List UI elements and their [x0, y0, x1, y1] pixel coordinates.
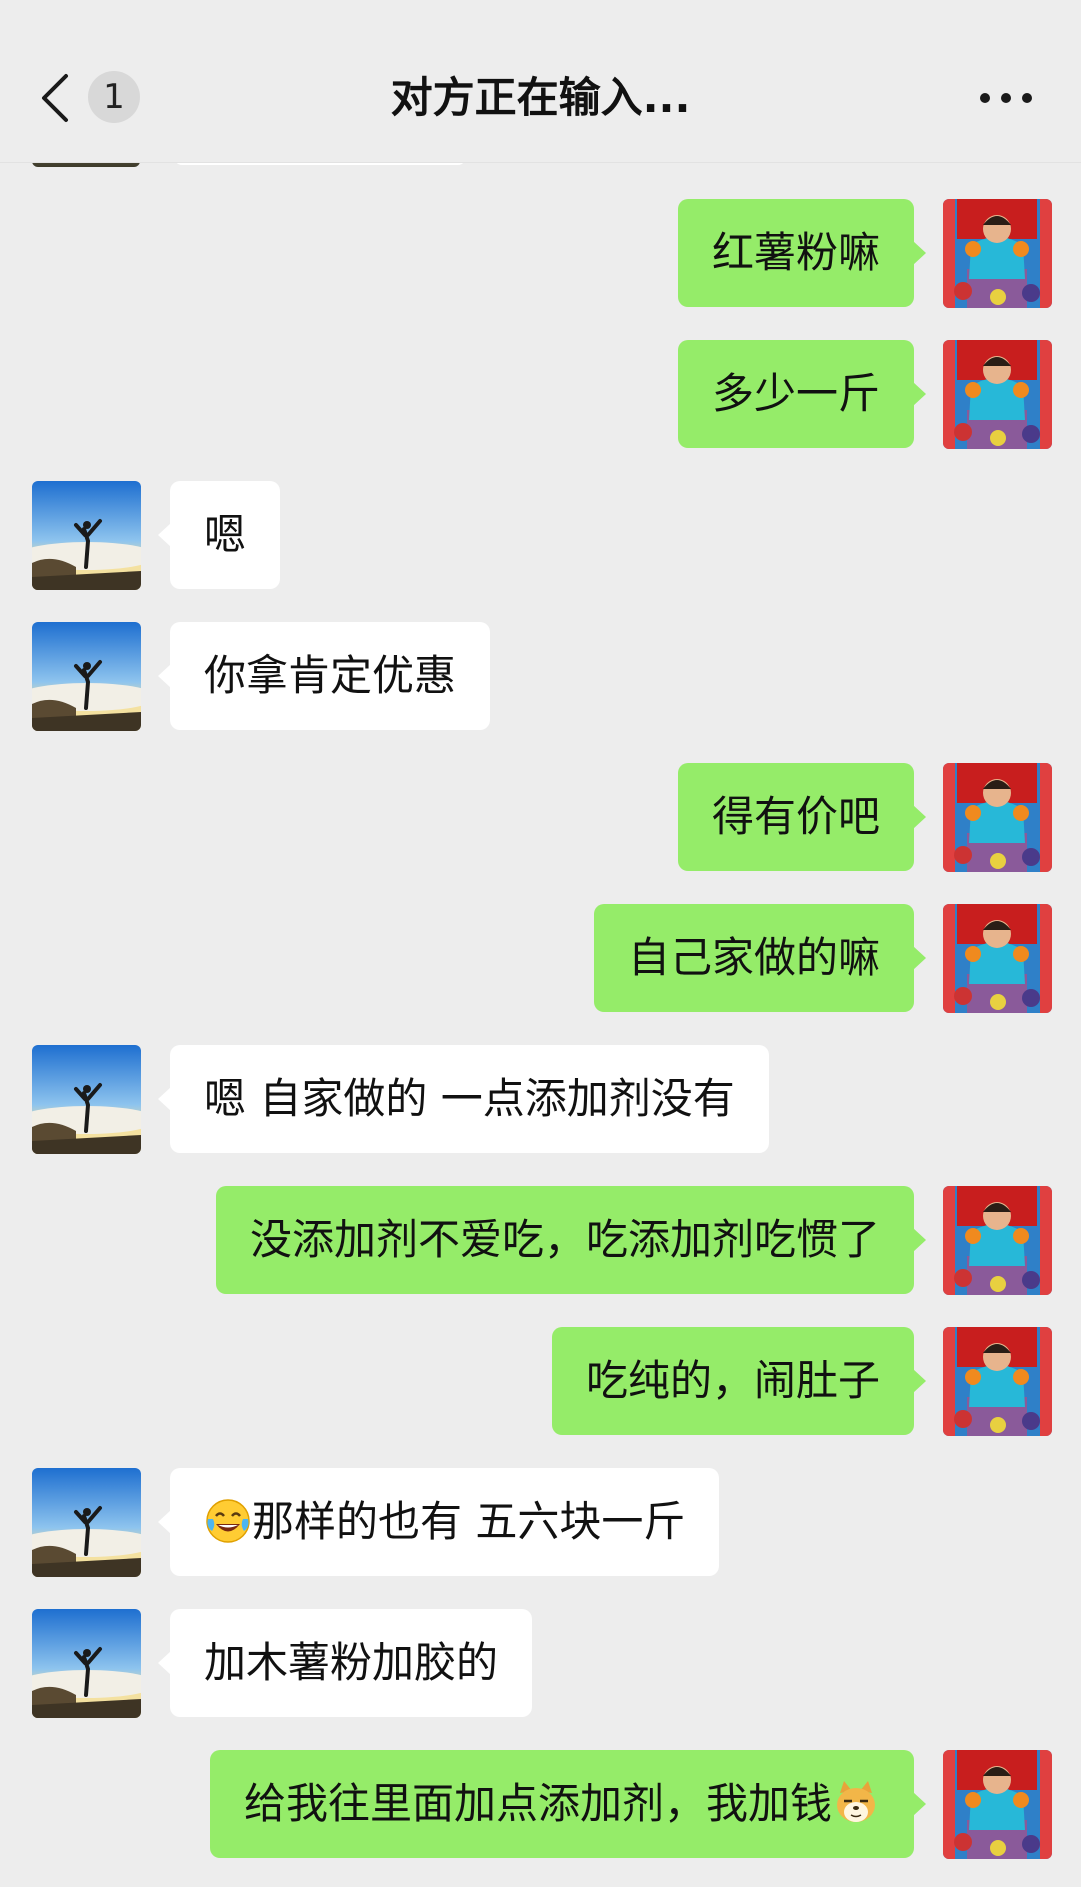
message-bubble-outgoing[interactable]: 自己家做的嘛 — [593, 904, 927, 1012]
more-dot-icon — [1022, 93, 1032, 103]
mountain-sunrise-avatar-icon — [32, 1609, 141, 1718]
message-text: 嗯 — [204, 510, 247, 559]
message-row-outgoing: 给我往里面加点添加剂，我加钱 — [0, 1750, 1081, 1859]
chat-screen: 1 对方正在输入... 红薯粉嘛 多少一斤 嗯 你拿肯定优惠 得有价吧 自己家做… — [0, 0, 1081, 1887]
boy-portrait-avatar-icon — [943, 340, 1052, 449]
boy-portrait-avatar-icon — [943, 904, 1052, 1013]
message-list[interactable]: 红薯粉嘛 多少一斤 嗯 你拿肯定优惠 得有价吧 自己家做的嘛 嗯 自家做的 一点… — [0, 143, 1081, 1887]
message-bubble-outgoing[interactable]: 给我往里面加点添加剂，我加钱 — [209, 1750, 927, 1858]
message-bubble-outgoing[interactable]: 得有价吧 — [677, 763, 927, 871]
message-row-incoming: 加木薯粉加胶的 — [0, 1609, 1081, 1718]
message-row-incoming: 嗯 — [0, 481, 1081, 590]
message-bubble-outgoing[interactable]: 没添加剂不爱吃，吃添加剂吃惯了 — [215, 1186, 927, 1294]
my-avatar[interactable] — [943, 340, 1052, 449]
chat-header: 1 对方正在输入... — [0, 0, 1081, 163]
contact-avatar[interactable] — [32, 1468, 141, 1577]
chat-title: 对方正在输入... — [390, 73, 691, 122]
more-options-button[interactable] — [980, 92, 1034, 106]
my-avatar[interactable] — [943, 1750, 1052, 1859]
my-avatar[interactable] — [943, 1327, 1052, 1436]
contact-avatar[interactable] — [32, 481, 141, 590]
more-dot-icon — [980, 93, 990, 103]
message-text: 你拿肯定优惠 — [204, 651, 457, 700]
message-row-outgoing: 多少一斤 — [0, 340, 1081, 449]
message-bubble-outgoing[interactable]: 红薯粉嘛 — [677, 199, 927, 307]
my-avatar[interactable] — [943, 763, 1052, 872]
message-row-incoming: 嗯 自家做的 一点添加剂没有 — [0, 1045, 1081, 1154]
contact-avatar[interactable] — [32, 1045, 141, 1154]
message-row-outgoing: 得有价吧 — [0, 763, 1081, 872]
message-text: 吃纯的，闹肚子 — [585, 1356, 880, 1405]
message-text: 得有价吧 — [711, 792, 880, 841]
mountain-sunrise-avatar-icon — [32, 622, 141, 731]
message-text: 自己家做的嘛 — [627, 933, 880, 982]
mountain-sunrise-avatar-icon — [32, 1468, 141, 1577]
my-avatar[interactable] — [943, 199, 1052, 308]
message-row-incoming: 那样的也有 五六块一斤 — [0, 1468, 1081, 1577]
message-bubble-incoming[interactable]: 嗯 自家做的 一点添加剂没有 — [158, 1045, 769, 1153]
message-bubble-incoming[interactable]: 你拿肯定优惠 — [157, 622, 491, 730]
message-text: 加木薯粉加胶的 — [204, 1638, 499, 1687]
message-bubble-incoming[interactable]: 加木薯粉加胶的 — [157, 1609, 533, 1717]
message-row-outgoing: 吃纯的，闹肚子 — [0, 1327, 1081, 1436]
message-text: 没添加剂不爱吃，吃添加剂吃惯了 — [249, 1215, 880, 1264]
boy-portrait-avatar-icon — [943, 199, 1052, 308]
boy-portrait-avatar-icon — [943, 763, 1052, 872]
mountain-sunrise-avatar-icon — [32, 481, 141, 590]
message-text: 红薯粉嘛 — [711, 228, 880, 277]
more-dot-icon — [1001, 93, 1011, 103]
boy-portrait-avatar-icon — [943, 1327, 1052, 1436]
doge-emoji — [832, 1779, 880, 1827]
mountain-sunrise-avatar-icon — [32, 1045, 141, 1154]
message-bubble-incoming[interactable]: 嗯 — [157, 481, 281, 589]
face-with-tears-of-joy-emoji — [204, 1497, 252, 1545]
message-row-outgoing: 自己家做的嘛 — [0, 904, 1081, 1013]
boy-portrait-avatar-icon — [943, 1186, 1052, 1295]
message-row-incoming: 你拿肯定优惠 — [0, 622, 1081, 731]
message-text: 给我往里面加点添加剂，我加钱 — [243, 1779, 832, 1828]
message-text: 那样的也有 五六块一斤 — [252, 1497, 686, 1546]
message-bubble-outgoing[interactable]: 多少一斤 — [677, 340, 927, 448]
my-avatar[interactable] — [943, 904, 1052, 1013]
message-bubble-incoming[interactable]: 那样的也有 五六块一斤 — [157, 1468, 720, 1576]
message-bubble-outgoing[interactable]: 吃纯的，闹肚子 — [551, 1327, 927, 1435]
message-text: 嗯 自家做的 一点添加剂没有 — [204, 1074, 735, 1123]
message-text: 多少一斤 — [711, 369, 880, 418]
contact-avatar[interactable] — [32, 622, 141, 731]
contact-avatar[interactable] — [32, 1609, 141, 1718]
my-avatar[interactable] — [943, 1186, 1052, 1295]
message-row-outgoing: 红薯粉嘛 — [0, 199, 1081, 308]
message-row-outgoing: 没添加剂不爱吃，吃添加剂吃惯了 — [0, 1186, 1081, 1295]
boy-portrait-avatar-icon — [943, 1750, 1052, 1859]
